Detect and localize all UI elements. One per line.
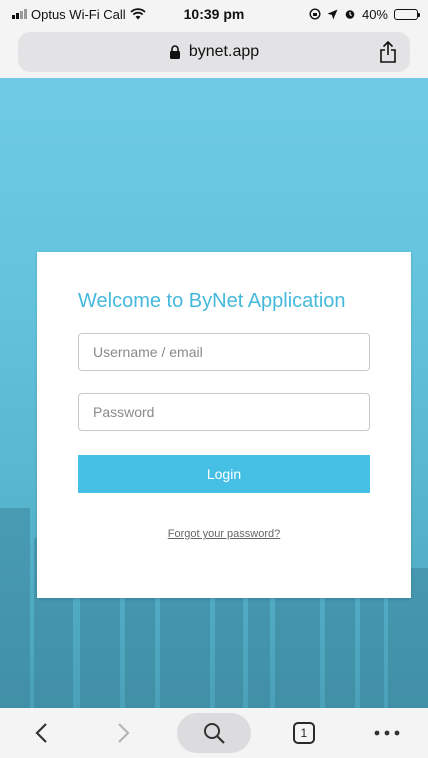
page-background: Welcome to ByNet Application Login Forgo…	[0, 78, 428, 708]
carrier-label: Optus Wi-Fi Call	[31, 6, 126, 22]
status-bar: Optus Wi-Fi Call 10:39 pm 40%	[0, 0, 428, 28]
screen-lock-icon	[309, 8, 321, 20]
login-button[interactable]: Login	[78, 455, 370, 493]
more-button[interactable]	[357, 713, 417, 753]
alarm-icon	[345, 10, 355, 19]
forward-icon	[118, 723, 130, 743]
password-input[interactable]	[78, 393, 370, 431]
forward-button[interactable]	[94, 713, 154, 753]
username-input[interactable]	[78, 333, 370, 371]
status-right: 40%	[309, 6, 420, 22]
tabs-icon: 1	[292, 722, 315, 744]
share-icon	[380, 41, 396, 63]
login-title: Welcome to ByNet Application	[78, 290, 346, 312]
battery-icon	[394, 8, 420, 20]
wifi-icon	[129, 8, 146, 20]
clock: 10:39 pm	[183, 6, 245, 22]
back-icon	[35, 723, 48, 743]
search-button[interactable]	[176, 713, 251, 753]
lock-icon	[169, 45, 180, 59]
forgot-password-link[interactable]: Forgot your password?	[37, 528, 411, 540]
more-icon	[374, 730, 399, 736]
browser-toolbar: 1	[0, 708, 428, 758]
battery-percent: 40%	[361, 6, 388, 22]
url-bar[interactable]: bynet.app	[18, 32, 410, 72]
share-button[interactable]	[374, 38, 402, 66]
location-icon	[327, 9, 338, 19]
status-left: Optus Wi-Fi Call	[12, 7, 146, 22]
url-center: bynet.app	[169, 43, 259, 61]
url-domain: bynet.app	[188, 43, 260, 60]
back-button[interactable]	[11, 713, 71, 753]
login-card: Welcome to ByNet Application Login Forgo…	[37, 252, 411, 598]
signal-icon	[12, 9, 27, 19]
tabs-button[interactable]: 1	[274, 713, 334, 753]
search-icon	[203, 723, 225, 744]
